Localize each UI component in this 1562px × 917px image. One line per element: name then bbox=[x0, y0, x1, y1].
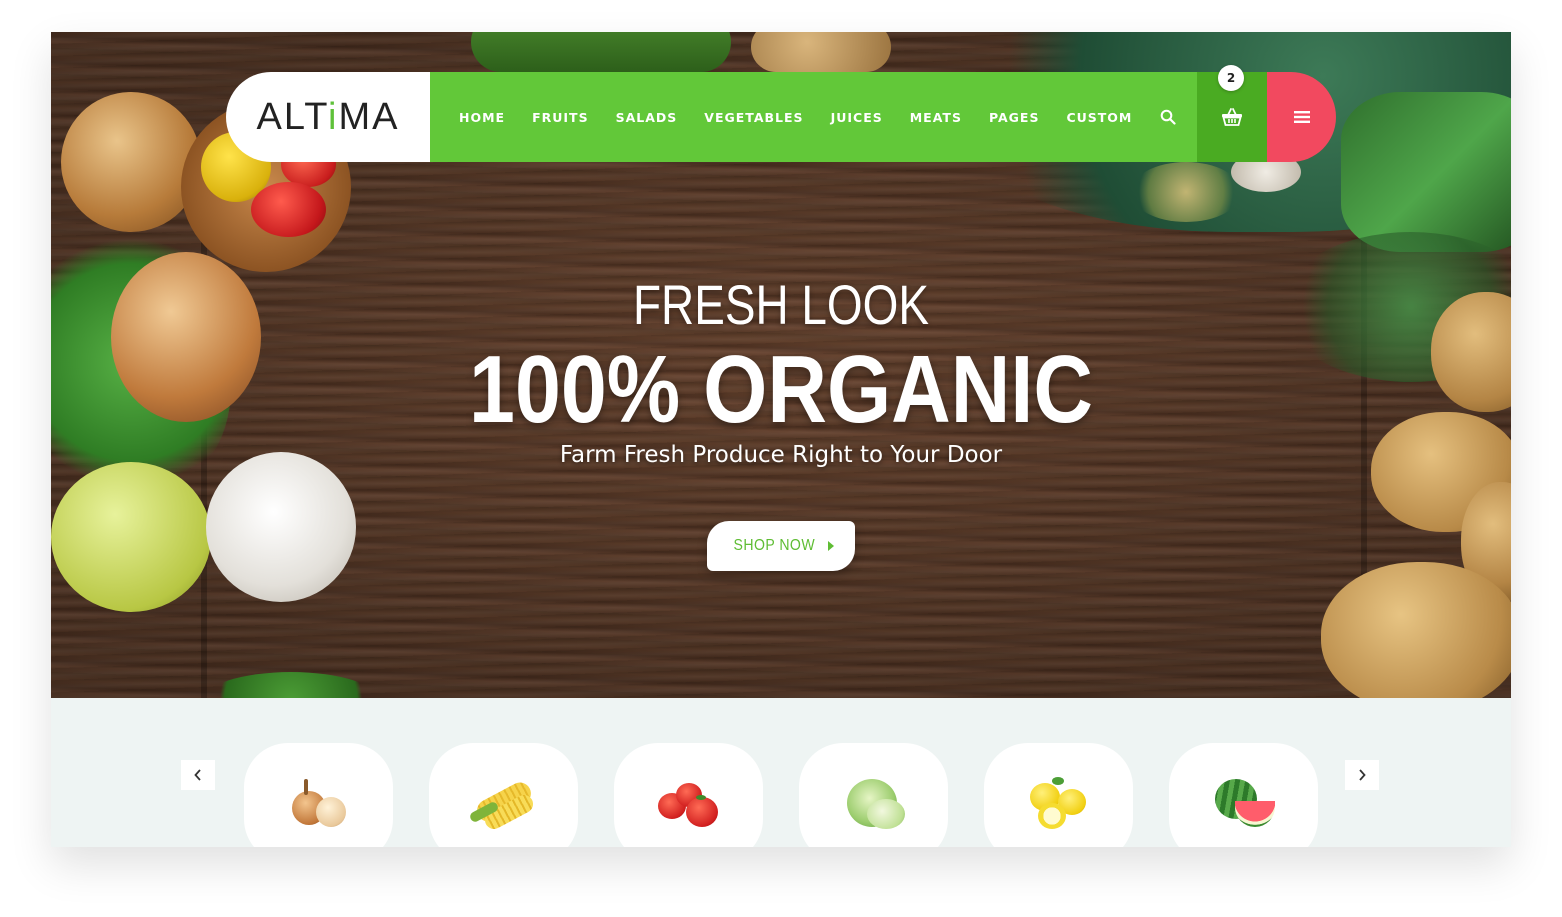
onion-icon bbox=[284, 773, 354, 833]
corn-icon bbox=[467, 773, 539, 833]
chevron-left-icon bbox=[194, 769, 201, 781]
category-card-lemon[interactable] bbox=[984, 743, 1133, 847]
category-card-tomato[interactable] bbox=[614, 743, 763, 847]
category-carousel bbox=[51, 698, 1511, 847]
cabbage-icon bbox=[839, 773, 909, 833]
hero-eyebrow: FRESH LOOK bbox=[633, 273, 929, 336]
category-card-watermelon[interactable] bbox=[1169, 743, 1318, 847]
page: ALTiMA HOME FRUITS SALADS VEGETABLES JUI… bbox=[51, 32, 1511, 847]
watermelon-icon bbox=[1209, 773, 1279, 833]
shop-now-button[interactable]: SHOP NOW bbox=[707, 521, 855, 571]
hero-content: FRESH LOOK 100% ORGANIC Farm Fresh Produ… bbox=[51, 32, 1511, 698]
category-card-onion[interactable] bbox=[244, 743, 393, 847]
category-card-corn[interactable] bbox=[429, 743, 578, 847]
carousel-prev-button[interactable] bbox=[181, 760, 215, 790]
lemon-icon bbox=[1024, 773, 1094, 833]
tomato-icon bbox=[654, 773, 724, 833]
hero-banner: ALTiMA HOME FRUITS SALADS VEGETABLES JUI… bbox=[51, 32, 1511, 698]
category-card-cabbage[interactable] bbox=[799, 743, 948, 847]
carousel-next-button[interactable] bbox=[1345, 760, 1379, 790]
chevron-right-icon bbox=[1359, 769, 1366, 781]
shop-now-label: SHOP NOW bbox=[733, 537, 815, 554]
caret-right-icon bbox=[828, 541, 835, 551]
hero-headline: 100% ORGANIC bbox=[469, 336, 1093, 443]
hero-subline: Farm Fresh Produce Right to Your Door bbox=[559, 442, 1003, 468]
